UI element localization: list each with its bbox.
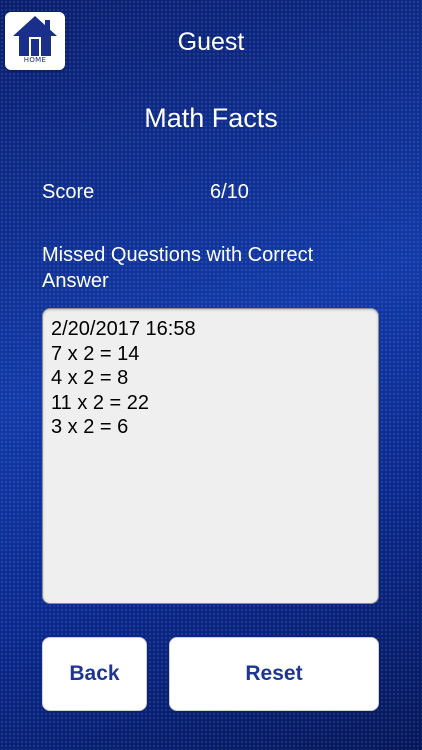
missed-questions-heading: Missed Questions with Correct Answer xyxy=(42,244,314,292)
home-label: HOME xyxy=(23,56,47,64)
result-line: 3 x 2 = 6 xyxy=(51,416,129,438)
user-name: Guest xyxy=(177,28,245,56)
result-line: 7 x 2 = 14 xyxy=(51,342,140,365)
score-value: 6/10 xyxy=(210,181,249,203)
score-label: Score xyxy=(42,181,95,203)
missed-questions-textbox[interactable]: 2/20/2017 16:58 7 x 2 = 14 4 x 2 = 8 11 … xyxy=(42,308,379,604)
result-timestamp: 2/20/2017 16:58 xyxy=(51,318,196,340)
result-line: 4 x 2 = 8 xyxy=(51,367,129,389)
result-line: 11 x 2 = 22 xyxy=(51,391,150,414)
back-button[interactable]: Back xyxy=(42,637,147,711)
reset-button[interactable]: Reset xyxy=(169,637,379,711)
page-title: Math Facts xyxy=(144,103,278,133)
